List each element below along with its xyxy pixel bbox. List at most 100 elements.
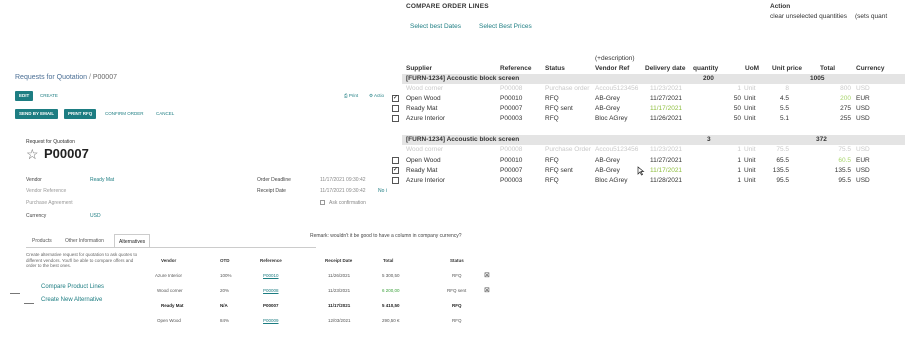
uom: Unit — [744, 167, 756, 174]
supplier: Wood corner — [406, 85, 444, 92]
select-line-checkbox[interactable] — [392, 177, 399, 184]
select-line-checkbox[interactable]: ✓ — [392, 167, 399, 174]
table-row[interactable]: Azure Interior 100% P00010 11/26/2021 5 … — [145, 271, 495, 281]
uom: Unit — [744, 85, 756, 92]
receipt-date-field[interactable]: 11/17/2021 09:30:42 — [320, 188, 366, 194]
unlink-icon[interactable]: ⊠ — [484, 271, 490, 281]
currency-field[interactable]: USD — [90, 213, 101, 219]
currency: USD — [856, 105, 870, 112]
status: RFQ — [545, 115, 559, 122]
sets-quantity-note: (sets quant — [855, 13, 888, 20]
delivery-date: 11/23/2021 — [650, 85, 683, 92]
breadcrumb-parent[interactable]: Requests for Quotation — [15, 74, 87, 81]
tab-products[interactable]: Products — [28, 234, 56, 248]
quantity[interactable]: 50 — [728, 114, 741, 124]
compare-line: ✓ Ready Mat P00007 RFQ sent AB-Grey 11/1… — [388, 166, 905, 176]
receipt-date-label: Receipt Date — [257, 188, 286, 194]
row-reference-link[interactable]: P00009 — [263, 316, 279, 326]
print-rfq-button[interactable]: PRINT RFQ — [64, 109, 97, 119]
table-row[interactable]: Open Wood 84% P00009 12/03/2021 290,50 €… — [145, 316, 495, 326]
alternatives-help-text: Create alternative request for quotation… — [26, 252, 138, 268]
vendor-ref: Bloc AGrey — [595, 177, 628, 184]
col-delivery-date: Delivery date — [645, 65, 686, 72]
uom: Unit — [744, 177, 756, 184]
row-reference-link[interactable]: P00008 — [263, 286, 279, 296]
vendor-field[interactable]: Ready Mat — [90, 177, 114, 183]
col-receipt-date: Receipt Date — [325, 258, 353, 263]
star-icon[interactable]: ☆ — [26, 146, 39, 162]
ask-confirmation-checkbox[interactable] — [320, 200, 325, 205]
uom: Unit — [744, 157, 756, 164]
row-reference: P00007 — [263, 303, 279, 308]
col-total: Total — [820, 65, 836, 72]
unit-price: 4.5 — [779, 95, 789, 102]
reference: P00008 — [500, 146, 523, 153]
select-line-checkbox[interactable] — [392, 157, 399, 164]
clear-unselected-quantities-action[interactable]: clear unselected quantities — [770, 13, 847, 20]
table-row[interactable]: Wood corner 20% P00008 11/23/2021 6 200,… — [145, 286, 495, 296]
vendor-reference-label: Vendor Reference — [26, 188, 67, 194]
quantity[interactable]: 1 — [728, 166, 741, 176]
supplier: Wood corner — [406, 146, 444, 153]
compare-product-lines-link[interactable]: Compare Product Lines — [41, 284, 104, 290]
status: RFQ — [545, 177, 559, 184]
table-row[interactable]: Ready Mat N/A P00007 11/17/2021 5 410,50… — [145, 301, 495, 311]
quantity: 1 — [737, 85, 741, 92]
group-product-name: [FURN-1234] Accoustic block screen — [406, 75, 520, 82]
tab-alternatives[interactable]: Alternatives — [114, 234, 151, 248]
select-line-checkbox[interactable]: ✓ — [392, 95, 399, 102]
delivery-date: 11/27/2021 — [650, 95, 683, 102]
line-total: 255 — [840, 115, 851, 122]
row-status: RFQ — [452, 318, 462, 323]
create-button[interactable]: CREATE — [36, 91, 62, 101]
select-best-dates-button[interactable]: Select best Dates — [410, 23, 461, 30]
quantity[interactable]: 50 — [728, 94, 741, 104]
confirm-order-button[interactable]: CONFIRM ORDER — [101, 109, 148, 119]
currency: USD — [856, 85, 870, 92]
row-otd: 100% — [220, 273, 232, 278]
reference: P00010 — [500, 157, 523, 164]
quantity[interactable]: 1 — [728, 156, 741, 166]
row-vendor: Ready Mat — [161, 303, 184, 308]
compare-line-faded: Wood corner P00008 Purchase order Accou5… — [388, 84, 905, 94]
edit-button[interactable]: EDIT — [15, 91, 34, 101]
status: Purchase Order — [545, 146, 591, 153]
unlink-icon[interactable]: ⊠ — [484, 286, 490, 296]
unit-price: 5.5 — [779, 105, 789, 112]
unit-price: 8 — [785, 85, 789, 92]
reference: P00003 — [500, 115, 523, 122]
form-subtitle: Request for Quotation — [26, 139, 75, 145]
row-vendor: Azure Interior — [155, 273, 183, 278]
row-status: RFQ sent — [447, 288, 467, 293]
tab-other-information[interactable]: Other Information — [61, 234, 108, 248]
order-deadline-field[interactable]: 11/17/2021 09:30:42 — [320, 177, 366, 183]
select-line-checkbox[interactable] — [392, 105, 399, 112]
line-total: 800 — [840, 85, 851, 92]
row-reference-link[interactable]: P00010 — [263, 271, 279, 281]
create-new-alternative-link[interactable]: Create New Alternative — [41, 297, 102, 303]
select-line-checkbox[interactable] — [392, 115, 399, 122]
cancel-button[interactable]: CANCEL — [152, 109, 178, 119]
select-best-prices-button[interactable]: Select Best Prices — [479, 23, 532, 30]
row-otd: 20% — [220, 288, 230, 293]
unit-price: 95.5 — [776, 177, 789, 184]
uom: Unit — [744, 115, 756, 122]
col-unit-price: Unit price — [772, 65, 802, 72]
row-total: 5 300,50 — [382, 273, 400, 278]
vendor-ref: Bloc AGrey — [595, 115, 628, 122]
quantity[interactable]: 50 — [728, 104, 741, 114]
currency-label: Currency — [26, 213, 47, 219]
reference: P00007 — [500, 105, 523, 112]
send-by-email-button[interactable]: SEND BY EMAIL — [15, 109, 59, 119]
quantity[interactable]: 1 — [728, 176, 741, 186]
purchase-agreement-label: Purchase Agreement — [26, 200, 73, 206]
print-button[interactable]: ⎙ Print — [340, 91, 362, 101]
row-vendor: Wood corner — [157, 288, 183, 293]
unit-price: 5.1 — [779, 115, 789, 122]
status: Purchase order — [545, 85, 590, 92]
remark-note: Remark: wouldn't it be good to have a co… — [310, 233, 462, 239]
col-reference: Reference — [260, 258, 282, 263]
vendor-ref: Accou5123456 — [595, 85, 639, 92]
action-button[interactable]: ⚙ Actio — [365, 91, 388, 101]
delivery-date: 11/26/2021 — [650, 115, 683, 122]
